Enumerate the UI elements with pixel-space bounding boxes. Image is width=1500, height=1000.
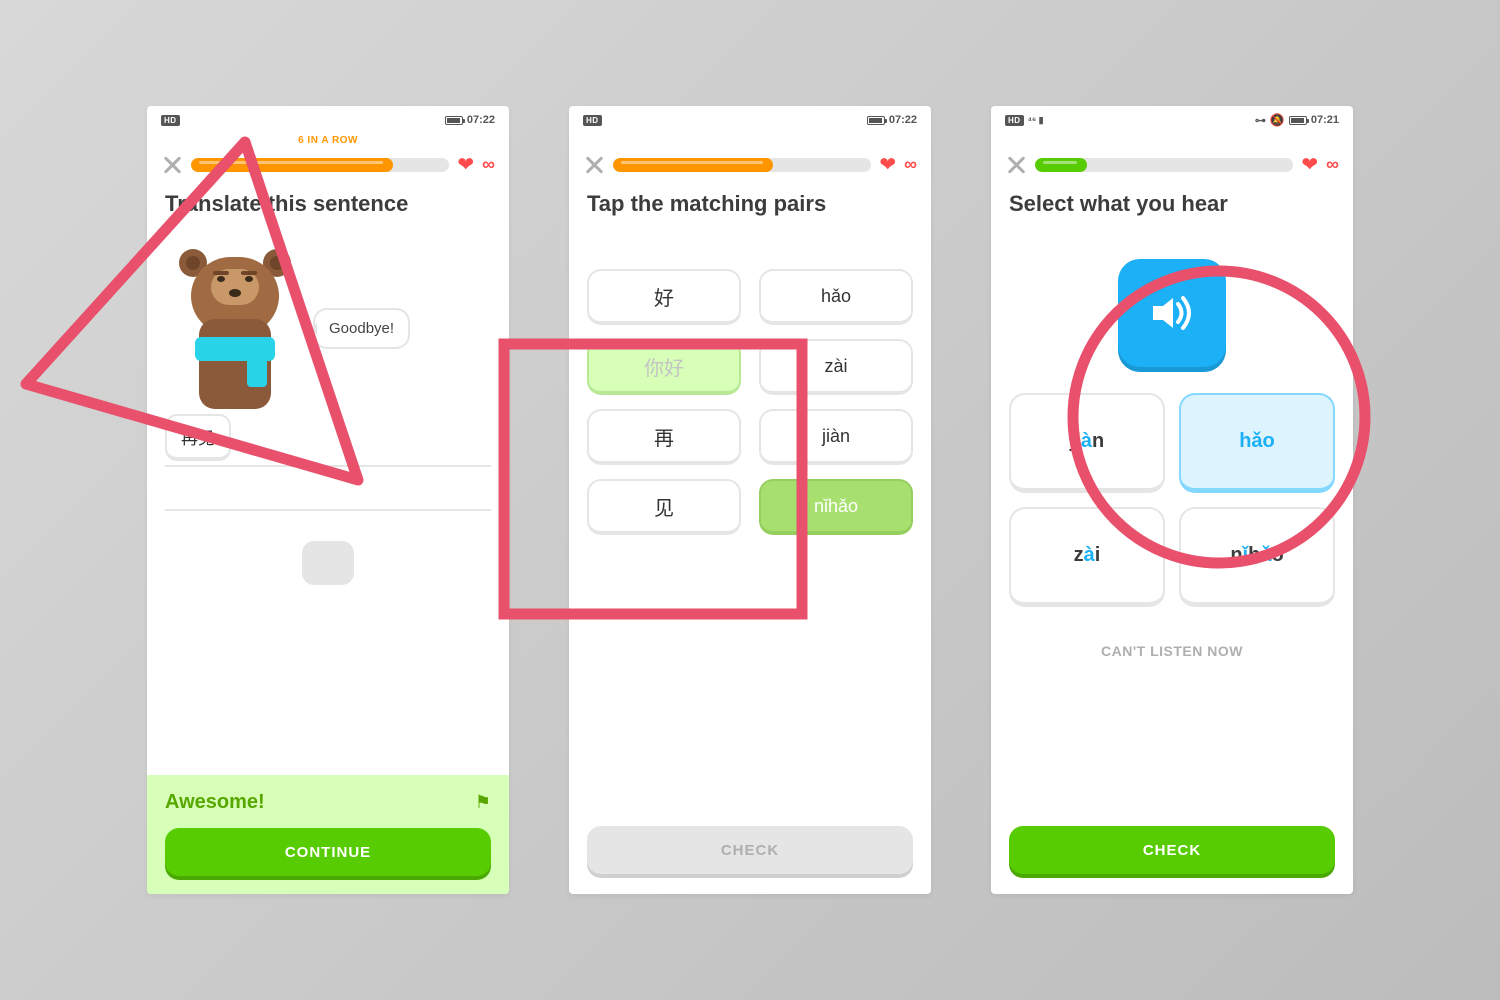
battery-icon bbox=[867, 116, 885, 125]
battery-icon bbox=[445, 116, 463, 125]
word-bank bbox=[147, 511, 509, 615]
phone-screen-select-hear: HD ⁴⁶ ▮ ⊶ 🔕 07:21 ❤ ∞ Select what you he… bbox=[991, 106, 1353, 894]
pair-card-right-2[interactable]: jiàn bbox=[759, 409, 913, 465]
heart-icon: ❤ bbox=[1301, 152, 1318, 177]
feedback-title: Awesome! bbox=[165, 791, 265, 814]
progress-bar bbox=[1035, 158, 1293, 172]
heart-icon: ❤ bbox=[457, 152, 474, 177]
pair-card-right-0[interactable]: hǎo bbox=[759, 269, 913, 325]
pair-card-left-3[interactable]: 见 bbox=[587, 479, 741, 535]
answer-line-2[interactable] bbox=[165, 467, 491, 511]
answer-chip[interactable]: 再见 bbox=[165, 414, 231, 461]
close-icon[interactable] bbox=[583, 154, 605, 176]
status-time: 07:22 bbox=[467, 114, 495, 126]
pair-card-left-0[interactable]: 好 bbox=[587, 269, 741, 325]
progress-fill bbox=[613, 158, 773, 172]
check-button[interactable]: CHECK bbox=[587, 826, 913, 874]
status-bar: HD 07:22 bbox=[569, 106, 931, 134]
mute-icon: 🔕 bbox=[1270, 113, 1285, 127]
infinity-icon: ∞ bbox=[482, 154, 495, 175]
lesson-top-row: ❤ ∞ bbox=[569, 148, 931, 185]
bear-character-icon bbox=[165, 239, 305, 409]
progress-bar bbox=[613, 158, 871, 172]
phone-screen-translate: HD 07:22 6 IN A ROW ❤ ∞ Translate this s… bbox=[147, 106, 509, 894]
choice-grid: jiàn hǎo zài nǐhǎo bbox=[991, 393, 1353, 607]
streak-label: 6 IN A ROW bbox=[147, 134, 509, 148]
heart-icon: ❤ bbox=[879, 152, 896, 177]
choice-card-2[interactable]: zài bbox=[1009, 507, 1165, 607]
progress-fill bbox=[1035, 158, 1087, 172]
signal-icon: ⁴⁶ ▮ bbox=[1028, 115, 1044, 126]
pair-card-left-2[interactable]: 再 bbox=[587, 409, 741, 465]
hd-icon: HD bbox=[583, 115, 602, 126]
empty-word-slot bbox=[302, 541, 354, 585]
phone-screen-match-pairs: HD 07:22 ❤ ∞ Tap the matching pairs 好 hǎ… bbox=[569, 106, 931, 894]
infinity-icon: ∞ bbox=[1326, 154, 1339, 175]
pair-card-left-1[interactable]: 你好 bbox=[587, 339, 741, 395]
key-icon: ⊶ bbox=[1255, 114, 1266, 127]
hd-icon: HD bbox=[161, 115, 180, 126]
play-audio-button[interactable] bbox=[1118, 259, 1226, 367]
status-bar: HD ⁴⁶ ▮ ⊶ 🔕 07:21 bbox=[991, 106, 1353, 134]
choice-card-1[interactable]: hǎo bbox=[1179, 393, 1335, 493]
character-stage: Goodbye! bbox=[147, 229, 509, 409]
progress-bar bbox=[191, 158, 449, 172]
pair-card-right-1[interactable]: zài bbox=[759, 339, 913, 395]
exercise-title: Select what you hear bbox=[991, 185, 1353, 229]
continue-button[interactable]: CONTINUE bbox=[165, 828, 491, 876]
check-button[interactable]: CHECK bbox=[1009, 826, 1335, 874]
status-time: 07:22 bbox=[889, 114, 917, 126]
speaker-icon bbox=[1145, 286, 1199, 340]
progress-fill bbox=[191, 158, 393, 172]
choice-card-0[interactable]: jiàn bbox=[1009, 393, 1165, 493]
lesson-top-row: ❤ ∞ bbox=[147, 148, 509, 185]
cant-listen-button[interactable]: CAN'T LISTEN NOW bbox=[991, 607, 1353, 673]
battery-icon bbox=[1289, 116, 1307, 125]
speech-text: Goodbye! bbox=[329, 320, 394, 337]
pair-grid: 好 hǎo 你好 zài 再 jiàn 见 nǐhǎo bbox=[569, 229, 931, 535]
exercise-title: Tap the matching pairs bbox=[569, 185, 931, 229]
status-bar: HD 07:22 bbox=[147, 106, 509, 134]
lesson-top-row: ❤ ∞ bbox=[991, 148, 1353, 185]
answer-line-1[interactable]: 再见 bbox=[165, 423, 491, 467]
pair-card-right-3[interactable]: nǐhǎo bbox=[759, 479, 913, 535]
speech-bubble[interactable]: Goodbye! bbox=[313, 308, 410, 349]
exercise-title: Translate this sentence bbox=[147, 185, 509, 229]
close-icon[interactable] bbox=[161, 154, 183, 176]
report-flag-icon[interactable]: ⚑ bbox=[475, 792, 491, 813]
status-time: 07:21 bbox=[1311, 114, 1339, 126]
choice-card-3[interactable]: nǐhǎo bbox=[1179, 507, 1335, 607]
close-icon[interactable] bbox=[1005, 154, 1027, 176]
infinity-icon: ∞ bbox=[904, 154, 917, 175]
feedback-panel: Awesome! ⚑ CONTINUE bbox=[147, 775, 509, 894]
hd-icon: HD bbox=[1005, 115, 1024, 126]
